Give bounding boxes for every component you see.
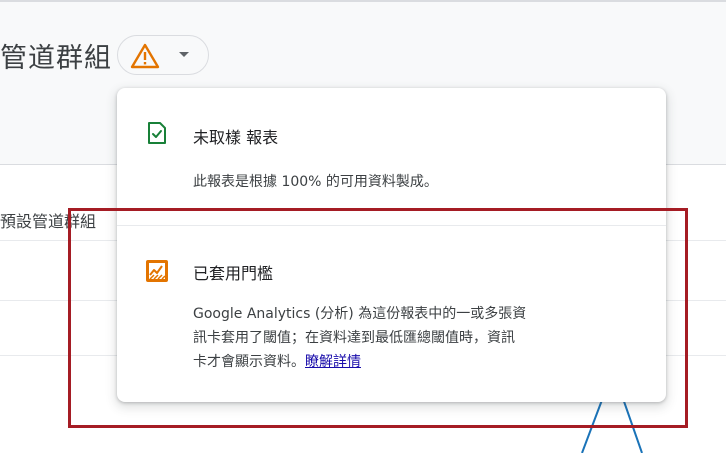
threshold-description: Google Analytics (分析) 為這份報表中的一或多張資 訊卡套用了… xyxy=(193,302,653,374)
threshold-chart-icon xyxy=(146,260,168,282)
threshold-description-line: 訊卡套用了閾值；在資料達到最低匯總閾值時，資訊 xyxy=(193,330,515,346)
chevron-down-icon xyxy=(179,52,189,57)
threshold-description-line: Google Analytics (分析) 為這份報表中的一或多張資 xyxy=(193,306,527,322)
popover-divider xyxy=(117,225,666,226)
warning-icon xyxy=(130,43,160,69)
threshold-description-line: 卡才會顯示資料。瞭解詳情 xyxy=(193,350,653,374)
data-quality-popover: 未取樣 報表 此報表是根據 100% 的可用資料製成。 已套用門檻 Google… xyxy=(117,88,666,402)
page-title: 管道群組 xyxy=(0,43,112,74)
learn-more-link[interactable]: 瞭解詳情 xyxy=(305,354,361,370)
sampling-description: 此報表是根據 100% 的可用資料製成。 xyxy=(193,174,438,190)
threshold-title: 已套用門檻 xyxy=(193,264,274,283)
data-quality-chip[interactable] xyxy=(117,35,209,75)
table-row-label: 預設管道群組 xyxy=(0,212,97,231)
check-document-icon xyxy=(148,122,166,144)
threshold-description-tail: 卡才會顯示資料。 xyxy=(193,354,305,370)
sampling-title: 未取樣 報表 xyxy=(193,128,279,147)
